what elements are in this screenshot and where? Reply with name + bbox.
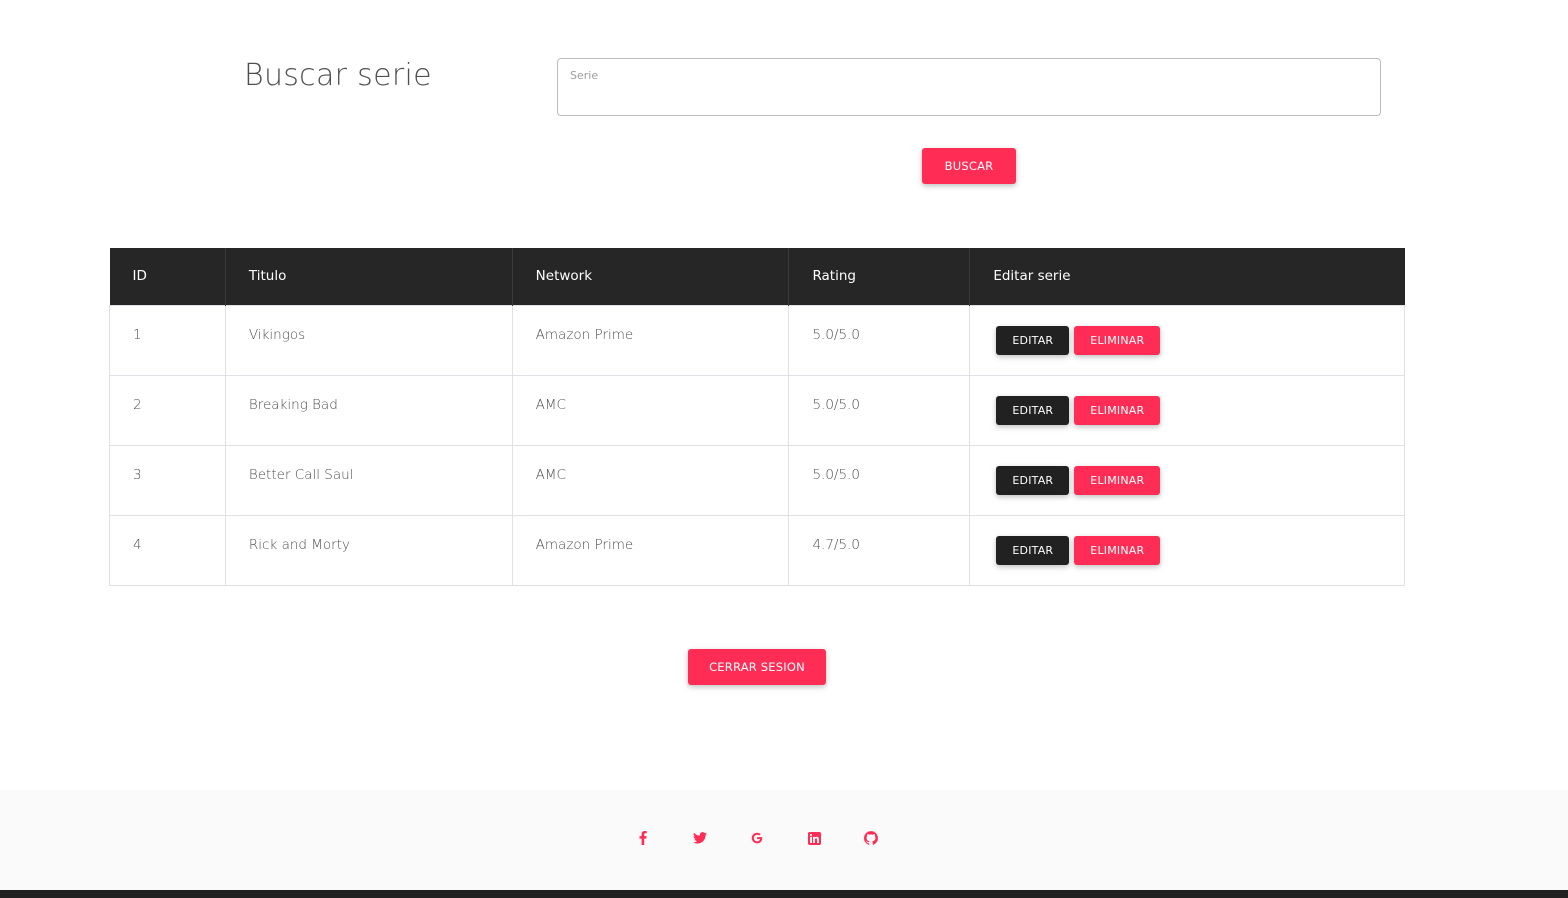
- table-row: 1 Vikingos Amazon Prime 5.0/5.0 EDITAR EL…: [109, 304, 1405, 376]
- editar-button[interactable]: EDITAR: [996, 465, 1070, 495]
- eliminar-button[interactable]: ELIMINAR: [1074, 535, 1161, 565]
- cell-rating: 5.0/5.0: [788, 444, 971, 516]
- cell-actions: EDITAR ELIMINAR: [969, 374, 1405, 446]
- column-header-titulo: Titulo: [225, 248, 513, 305]
- eliminar-button[interactable]: ELIMINAR: [1074, 395, 1161, 425]
- table-row: 4 Rick and Morty Amazon Prime 4.7/5.0 ED…: [109, 514, 1405, 586]
- cell-network: AMC: [511, 374, 790, 446]
- cell-network: Amazon Prime: [511, 514, 790, 586]
- cell-network: AMC: [511, 444, 790, 516]
- table-row: 3 Better Call Saul AMC 5.0/5.0 EDITAR ELI…: [109, 444, 1405, 516]
- editar-button[interactable]: EDITAR: [996, 535, 1070, 565]
- cell-network: Amazon Prime: [511, 304, 790, 376]
- eliminar-button[interactable]: ELIMINAR: [1074, 465, 1161, 495]
- editar-button[interactable]: EDITAR: [996, 395, 1070, 425]
- github-icon[interactable]: [862, 829, 880, 847]
- cell-id: 3: [109, 444, 226, 516]
- table-row: 2 Breaking Bad AMC 5.0/5.0 EDITAR ELIMINA…: [109, 374, 1405, 446]
- cell-rating: 5.0/5.0: [788, 374, 971, 446]
- footer-bottom-bar: [0, 890, 1568, 898]
- table-header-row: ID Titulo Network Rating Editar serie: [109, 248, 1405, 305]
- cell-id: 1: [109, 304, 226, 376]
- search-field[interactable]: Serie: [557, 58, 1381, 116]
- cell-actions: EDITAR ELIMINAR: [969, 444, 1405, 516]
- cerrar-sesion-button[interactable]: CERRAR SESION: [688, 649, 826, 685]
- cell-id: 4: [109, 514, 226, 586]
- cell-rating: 4.7/5.0: [788, 514, 971, 586]
- cell-rating: 5.0/5.0: [788, 304, 971, 376]
- table-body: 1 Vikingos Amazon Prime 5.0/5.0 EDITAR EL…: [109, 304, 1405, 586]
- google-icon[interactable]: [748, 829, 766, 847]
- column-header-editar-serie: Editar serie: [993, 268, 1071, 285]
- cell-titulo: Vikingos: [224, 304, 513, 376]
- column-header-network: Network: [512, 248, 790, 305]
- column-header-rating: Rating: [788, 248, 971, 305]
- editar-button[interactable]: EDITAR: [996, 325, 1070, 355]
- buscar-button[interactable]: BUSCAR: [922, 148, 1016, 184]
- series-table: ID Titulo Network Rating Editar serie 1 …: [109, 248, 1405, 586]
- facebook-icon[interactable]: [634, 829, 652, 847]
- cell-titulo: Better Call Saul: [224, 444, 513, 516]
- cell-id: 2: [109, 374, 226, 446]
- cell-titulo: Rick and Morty: [224, 514, 513, 586]
- cell-titulo: Breaking Bad: [224, 374, 513, 446]
- column-header-id: ID: [109, 248, 226, 305]
- eliminar-button[interactable]: ELIMINAR: [1074, 325, 1161, 355]
- table-header: ID Titulo Network Rating Editar serie: [109, 248, 1405, 305]
- search-input[interactable]: [557, 58, 1381, 116]
- linkedin-icon[interactable]: [805, 829, 823, 847]
- footer: [0, 790, 1568, 890]
- social-icons: [0, 831, 1568, 845]
- cell-actions: EDITAR ELIMINAR: [969, 514, 1405, 586]
- search-title: Buscar serie: [244, 58, 432, 93]
- cell-actions: EDITAR ELIMINAR: [969, 304, 1405, 376]
- twitter-icon[interactable]: [691, 829, 709, 847]
